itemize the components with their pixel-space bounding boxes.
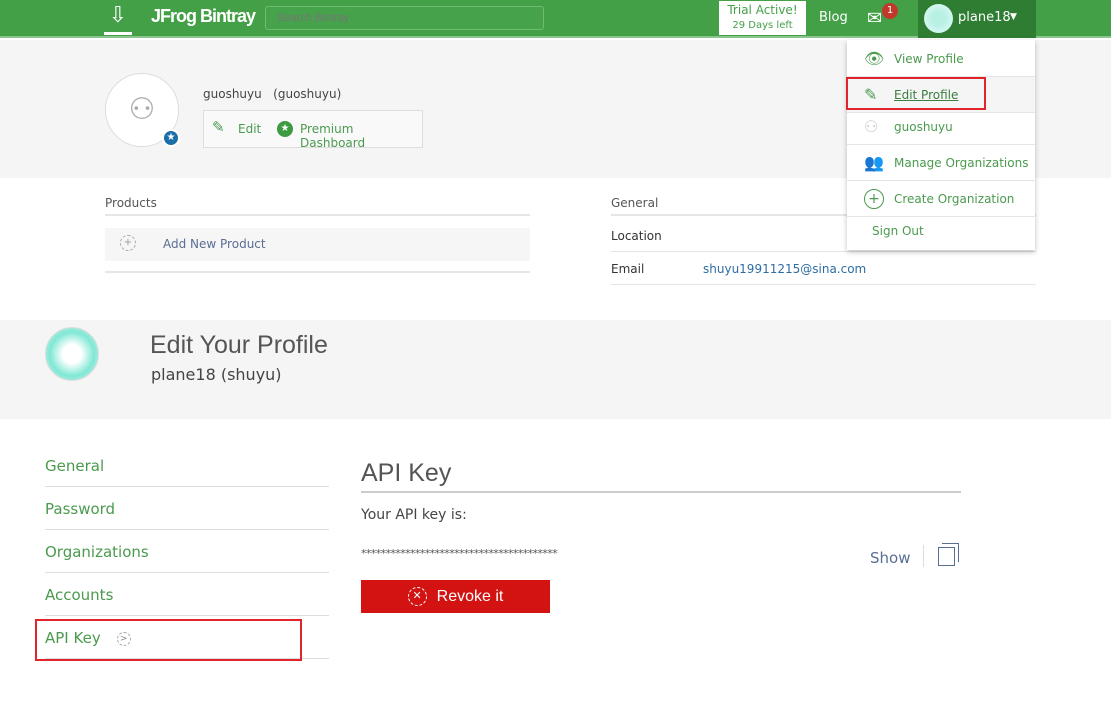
divider [611, 251, 1036, 252]
trial-badge[interactable]: Trial Active! 29 Days left [719, 1, 806, 35]
revoke-label: Revoke it [436, 588, 504, 605]
divider [361, 491, 961, 493]
general-heading: General [611, 196, 659, 210]
add-product-row[interactable]: + Add New Product [105, 228, 530, 261]
mail-icon[interactable]: ✉ [867, 8, 882, 29]
avatar [924, 4, 953, 33]
blog-link[interactable]: Blog [819, 10, 848, 25]
divider [611, 284, 1036, 285]
bintray-logo-icon[interactable]: ⇩ [104, 3, 132, 35]
user-avatar [45, 327, 99, 381]
divider [105, 214, 530, 216]
revoke-button[interactable]: ✕ Revoke it [361, 580, 550, 613]
menu-item-view-profile[interactable]: 👁 View Profile [847, 41, 1035, 77]
caret-down-icon: ▼ [1010, 12, 1017, 22]
menu-label: View Profile [894, 52, 964, 66]
menu-label: Create Organization [894, 192, 1015, 206]
copy-icon[interactable] [938, 543, 959, 566]
username: plane18 [958, 10, 1011, 25]
show-button[interactable]: Show [870, 549, 910, 567]
add-new-product-link[interactable]: Add New Product [163, 237, 266, 251]
star-icon: ★ [162, 129, 180, 147]
menu-item-create-organization[interactable]: + Create Organization [847, 181, 1035, 217]
plus-icon: + [120, 235, 136, 251]
page-subtitle: plane18 (shuyu) [151, 365, 282, 384]
menu-item-org-guoshuyu[interactable]: ⚇ guoshuyu [847, 109, 1035, 145]
api-key-label: Your API key is: [361, 507, 467, 523]
nav-general[interactable]: General [45, 444, 329, 487]
search-input[interactable] [265, 6, 544, 30]
location-label: Location [611, 229, 662, 243]
org-actions: ✎ Edit ★ Premium Dashboard [203, 110, 423, 150]
highlight-box [846, 77, 986, 110]
edit-icon: ✎ [212, 118, 225, 136]
menu-label: guoshuyu [894, 120, 953, 134]
plus-circle-icon: + [864, 189, 884, 209]
divider [923, 545, 924, 567]
page-title: Edit Your Profile [150, 331, 328, 359]
org-name: guoshuyu (guoshuyu) [203, 87, 342, 101]
api-key-masked: **************************************** [361, 547, 558, 560]
api-key-title: API Key [361, 459, 452, 487]
nav-organizations[interactable]: Organizations [45, 530, 329, 573]
eye-icon: 👁 [864, 49, 885, 68]
menu-label: Manage Organizations [894, 156, 1029, 170]
premium-star-icon: ★ [277, 121, 293, 137]
nav-accounts[interactable]: Accounts [45, 573, 329, 616]
close-circle-icon: ✕ [407, 587, 427, 607]
brand-name[interactable]: JFrog Bintray [151, 6, 256, 27]
edit-button[interactable]: Edit [238, 122, 261, 136]
products-heading: Products [105, 196, 157, 210]
divider [105, 271, 530, 273]
people-icon: 👥 [864, 153, 884, 172]
user-dropdown-menu: 👁 View Profile ✎ Edit Profile ⚇ guoshuyu 👥 M… [847, 40, 1035, 250]
trial-title: Trial Active! [727, 3, 798, 17]
trial-days: 29 Days left [732, 20, 793, 31]
top-navbar: ⇩ JFrog Bintray Trial Active! 29 Days lef… [0, 0, 1111, 38]
notification-badge: 1 [882, 3, 898, 19]
email-label: Email [611, 262, 645, 276]
premium-dashboard-button[interactable]: Premium Dashboard [300, 122, 422, 150]
user-menu-toggle[interactable]: plane18 ▼ [918, 0, 1036, 38]
email-value[interactable]: shuyu19911215@sina.com [703, 262, 866, 276]
highlight-box [35, 619, 302, 661]
menu-item-manage-organizations[interactable]: 👥 Manage Organizations [847, 145, 1035, 181]
menu-label: Sign Out [872, 224, 924, 238]
nav-password[interactable]: Password [45, 487, 329, 530]
org-icon: ⚇ [864, 117, 879, 136]
menu-item-sign-out[interactable]: Sign Out [847, 213, 1035, 249]
